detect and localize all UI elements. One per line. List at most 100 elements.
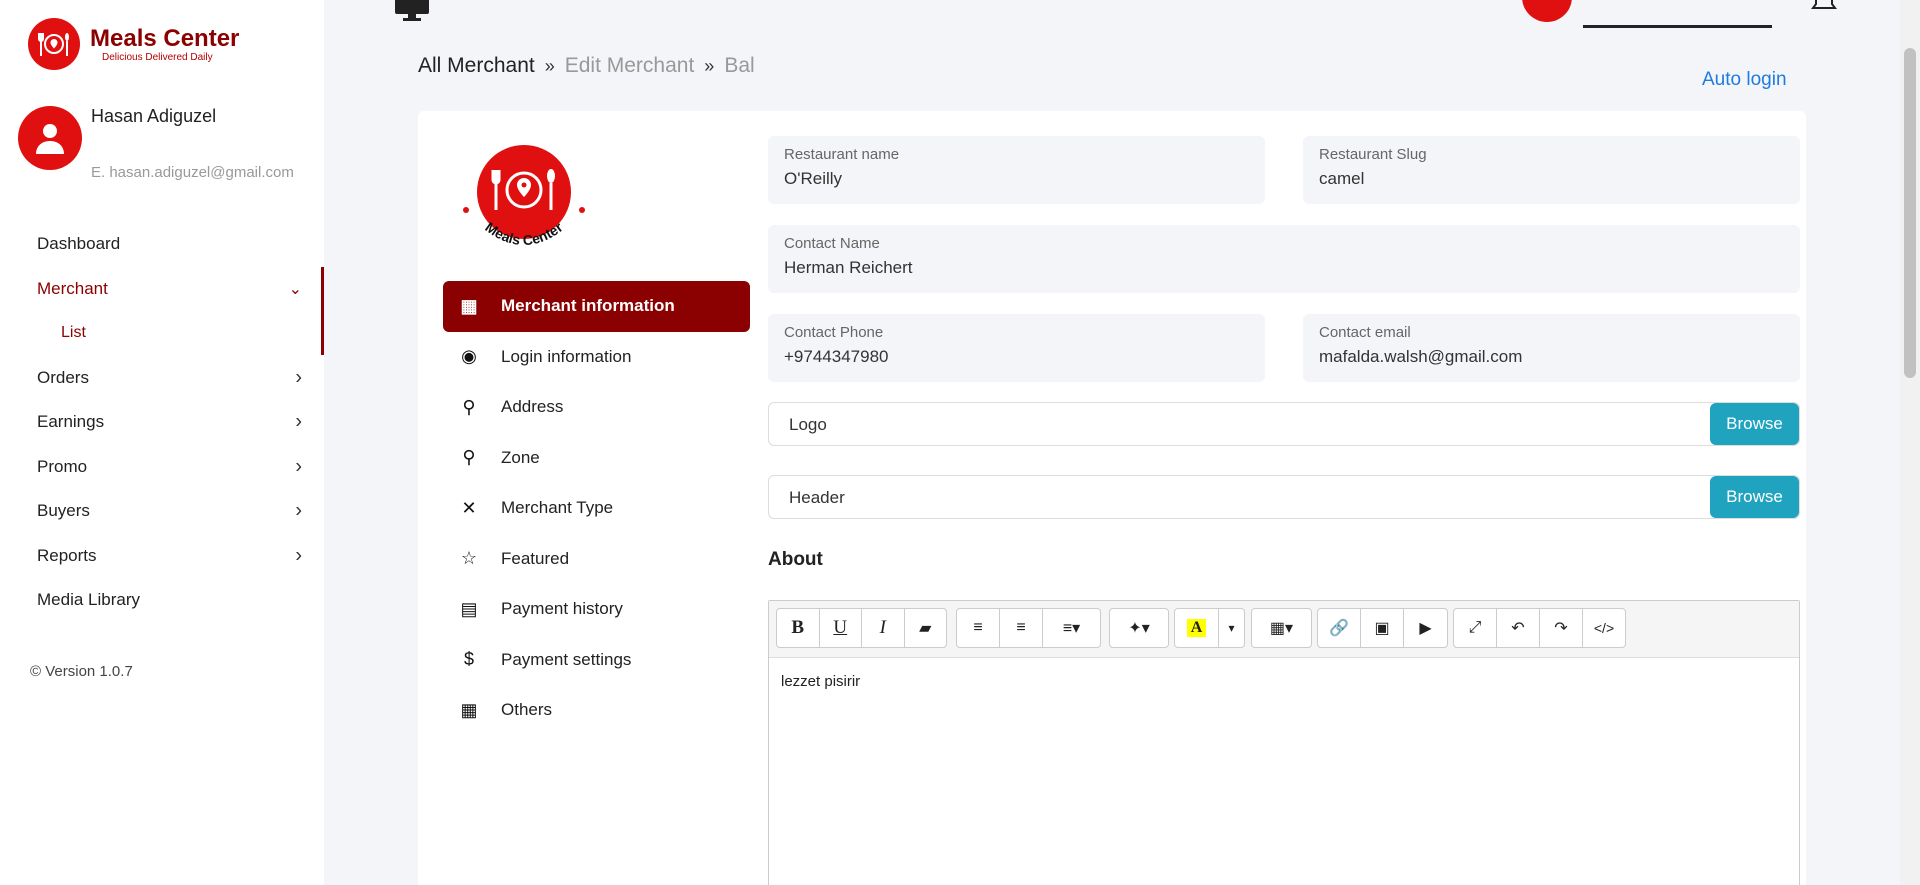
version-label: © Version 1.0.7 <box>30 663 133 680</box>
sidebar-item-label: Buyers <box>37 501 90 521</box>
eraser-icon[interactable]: ▰ <box>905 609 947 647</box>
menu-label: Payment history <box>501 599 623 619</box>
breadcrumb: All Merchant » Edit Merchant » Bal <box>418 54 755 78</box>
chevron-right-icon: › <box>295 410 302 433</box>
undo-icon[interactable]: ↶ <box>1497 609 1540 647</box>
caret-down-icon[interactable]: ▾ <box>1219 609 1244 647</box>
fullscreen-icon[interactable]: ⤢ <box>1454 609 1497 647</box>
active-indicator <box>321 267 324 355</box>
avatar[interactable] <box>18 106 82 170</box>
menu-label: Zone <box>501 447 540 467</box>
bell-icon[interactable] <box>1810 0 1838 12</box>
unordered-list-icon[interactable]: ≡ <box>957 609 1000 647</box>
logo-browse-button[interactable]: Browse <box>1710 403 1799 445</box>
table-group: ▦▾ <box>1251 608 1312 648</box>
receipt-icon: ▤ <box>460 598 478 619</box>
menu-others[interactable]: ▦ Others <box>443 685 750 736</box>
about-editor: B U I ▰ ≡ ≡ ≡▾ ✦▾ A ▾ ▦▾ 🔗 ▣ ▶ ⤢ ↶ ↷ </>… <box>768 600 1800 885</box>
italic-icon[interactable]: I <box>862 609 905 647</box>
contact-email-input[interactable] <box>1319 347 1784 367</box>
menu-zone[interactable]: ⚲ Zone <box>443 433 750 484</box>
menu-payment-history[interactable]: ▤ Payment history <box>443 584 750 635</box>
breadcrumb-separator-icon: » <box>544 55 555 76</box>
brand-name: Meals Center <box>90 24 240 52</box>
about-heading: About <box>768 549 823 570</box>
sidebar-item-label: Promo <box>37 456 88 476</box>
menu-label: Login information <box>501 346 632 366</box>
user-name: Hasan Adiguzel <box>91 106 217 126</box>
menu-address[interactable]: ⚲ Address <box>443 382 750 433</box>
link-icon[interactable]: 🔗 <box>1318 609 1361 647</box>
user-circle-icon: ◉ <box>461 346 477 367</box>
chevron-right-icon: › <box>295 544 302 567</box>
paragraph-group: ≡ ≡ ≡▾ <box>956 608 1101 648</box>
sidebar-item-media-library[interactable]: Media Library <box>0 578 324 623</box>
sidebar-item-buyers[interactable]: Buyers › <box>0 489 324 534</box>
sidebar-item-merchant[interactable]: Merchant ⌄ <box>0 267 324 312</box>
table-icon[interactable]: ▦▾ <box>1252 609 1311 647</box>
scrollbar-thumb[interactable] <box>1904 48 1916 378</box>
header-upload[interactable]: Header Browse <box>768 475 1800 519</box>
merchant-logo: Meals Center <box>458 140 590 264</box>
editor-content[interactable]: lezzet pisirir <box>769 658 1799 705</box>
underline-icon[interactable]: U <box>820 609 862 647</box>
menu-login-information[interactable]: ◉ Login information <box>443 332 750 383</box>
code-view-icon[interactable]: </> <box>1583 609 1625 647</box>
restaurant-name-label: Restaurant name <box>784 146 900 163</box>
brand-tagline: Delicious Delivered Daily <box>102 51 213 63</box>
sidebar-item-label: List <box>61 324 86 342</box>
sidebar-item-list[interactable]: List <box>0 311 324 356</box>
magic-wand-icon[interactable]: ✦▾ <box>1110 609 1168 647</box>
brand[interactable]: Meals Center Delicious Delivered Daily <box>28 18 239 70</box>
video-icon[interactable]: ▶ <box>1404 609 1447 647</box>
menu-merchant-type[interactable]: ✕ Merchant Type <box>443 483 750 534</box>
header-browse-button[interactable]: Browse <box>1710 476 1799 518</box>
contact-name-input[interactable] <box>784 258 1784 278</box>
sidebar: Meals Center Delicious Delivered Daily H… <box>0 0 324 885</box>
view-group: ⤢ ↶ ↷ </> <box>1453 608 1626 648</box>
auto-login-link[interactable]: Auto login <box>1702 69 1787 91</box>
color-group: A ▾ <box>1174 608 1245 648</box>
style-group: ✦▾ <box>1109 608 1169 648</box>
contact-phone-label: Contact Phone <box>784 324 884 341</box>
bold-icon[interactable]: B <box>777 609 820 647</box>
merchant-menu: ▦ Merchant information ◉ Login informati… <box>443 281 750 736</box>
monitor-icon[interactable] <box>393 0 431 22</box>
menu-label: Merchant information <box>501 296 675 316</box>
chevron-right-icon: › <box>295 366 302 389</box>
align-icon[interactable]: ≡▾ <box>1043 609 1100 647</box>
menu-label: Others <box>501 700 553 720</box>
brand-logo-icon <box>28 18 80 70</box>
menu-label: Address <box>501 397 564 417</box>
scrollbar[interactable] <box>1900 0 1920 885</box>
logo-upload[interactable]: Logo Browse <box>768 402 1800 446</box>
sidebar-item-label: Reports <box>37 545 97 565</box>
breadcrumb-edit-merchant[interactable]: Edit Merchant <box>565 54 695 78</box>
font-style-group: B U I ▰ <box>776 608 947 648</box>
top-avatar[interactable] <box>1522 0 1572 22</box>
sidebar-item-dashboard[interactable]: Dashboard <box>0 222 324 267</box>
top-user-menu[interactable] <box>1583 0 1772 28</box>
store-icon: ▦ <box>460 699 478 720</box>
utensils-icon: ✕ <box>461 497 477 518</box>
restaurant-name-input[interactable] <box>784 169 1249 189</box>
image-icon[interactable]: ▣ <box>1361 609 1404 647</box>
menu-featured[interactable]: ☆ Featured <box>443 534 750 585</box>
restaurant-name-field: Restaurant name <box>768 136 1265 204</box>
sidebar-item-label: Dashboard <box>37 234 121 254</box>
header-upload-label: Header <box>789 488 845 507</box>
restaurant-slug-input[interactable] <box>1319 169 1784 189</box>
sidebar-item-reports[interactable]: Reports › <box>0 534 324 579</box>
contact-phone-input[interactable] <box>784 347 1249 367</box>
sidebar-item-promo[interactable]: Promo › <box>0 445 324 490</box>
menu-merchant-information[interactable]: ▦ Merchant information <box>443 281 750 332</box>
redo-icon[interactable]: ↷ <box>1540 609 1583 647</box>
text-color-icon[interactable]: A <box>1175 609 1219 647</box>
ordered-list-icon[interactable]: ≡ <box>1000 609 1043 647</box>
sidebar-item-orders[interactable]: Orders › <box>0 356 324 401</box>
menu-payment-settings[interactable]: $ Payment settings <box>443 635 750 686</box>
breadcrumb-all-merchant[interactable]: All Merchant <box>418 54 535 78</box>
sidebar-item-earnings[interactable]: Earnings › <box>0 400 324 445</box>
contact-name-label: Contact Name <box>784 235 880 252</box>
restaurant-slug-label: Restaurant Slug <box>1319 146 1427 163</box>
